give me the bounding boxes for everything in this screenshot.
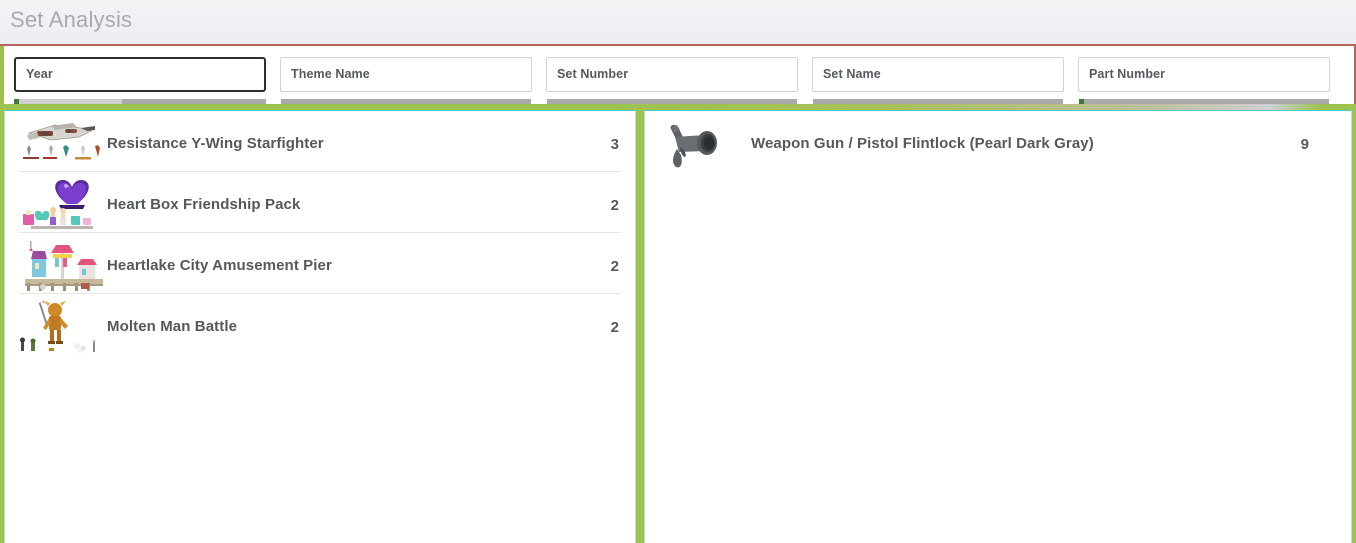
filter-bar: Year Theme Name Set Number Set Name Part Num… (0, 44, 1356, 110)
list-item-label: Heart Box Friendship Pack (107, 196, 301, 213)
filter-part-number[interactable]: Part Number (1078, 56, 1330, 105)
filter-theme-name[interactable]: Theme Name (280, 56, 532, 105)
parts-list: Weapon Gun / Pistol Flintlock (Pearl Dar… (645, 111, 1351, 172)
sets-panel-inner: Resistance Y-Wing Starfighter 3 Heart Bo… (4, 110, 636, 543)
app-header: Set Analysis (0, 0, 1356, 44)
page-title: Set Analysis (10, 7, 133, 32)
list-item[interactable]: Heart Box Friendship Pack 2 (19, 172, 621, 233)
lego-flintlock-pistol-thumbnail (659, 115, 745, 173)
list-item-count: 2 (610, 258, 619, 275)
filter-label: Theme Name (291, 67, 370, 81)
filter-label: Set Name (823, 67, 881, 81)
list-item[interactable]: Weapon Gun / Pistol Flintlock (Pearl Dar… (659, 111, 1311, 172)
parts-panel: Weapon Gun / Pistol Flintlock (Pearl Dar… (640, 104, 1356, 543)
filter-label: Year (26, 67, 53, 81)
set-analysis-app: Set Analysis Year Theme Name Set Number Set… (0, 0, 1356, 543)
filter-set-number[interactable]: Set Number (546, 56, 798, 105)
list-item-label: Heartlake City Amusement Pier (107, 257, 332, 274)
list-item-count: 3 (610, 136, 619, 153)
filter-input-box[interactable]: Set Number (546, 56, 798, 92)
list-item-label: Molten Man Battle (107, 318, 238, 335)
list-item[interactable]: Heartlake City Amusement Pier 2 (19, 233, 621, 294)
lego-starfighter-thumbnail (19, 115, 105, 173)
filter-list: Year Theme Name Set Number Set Name Part Num… (0, 46, 1356, 109)
parts-panel-inner: Weapon Gun / Pistol Flintlock (Pearl Dar… (644, 110, 1352, 543)
lego-amusement-pier-thumbnail (19, 237, 105, 295)
filter-label: Set Number (557, 67, 629, 81)
filter-label: Part Number (1089, 67, 1166, 81)
list-item[interactable]: Resistance Y-Wing Starfighter 3 (19, 111, 621, 172)
list-item-label: Resistance Y-Wing Starfighter (107, 135, 324, 152)
filter-year[interactable]: Year (14, 56, 266, 105)
list-item-count: 9 (1300, 136, 1309, 153)
filter-input-box[interactable]: Theme Name (280, 56, 532, 92)
panels-container: Resistance Y-Wing Starfighter 3 Heart Bo… (0, 104, 1356, 543)
lego-molten-man-thumbnail (19, 298, 105, 356)
filter-input-box[interactable]: Year (14, 56, 266, 92)
filter-input-box[interactable]: Set Name (812, 56, 1064, 92)
list-item[interactable]: Molten Man Battle 2 (19, 294, 621, 355)
list-item-count: 2 (610, 197, 619, 214)
filter-set-name[interactable]: Set Name (812, 56, 1064, 105)
sets-panel: Resistance Y-Wing Starfighter 3 Heart Bo… (0, 104, 640, 543)
list-item-count: 2 (610, 319, 619, 336)
sets-list: Resistance Y-Wing Starfighter 3 Heart Bo… (5, 111, 635, 355)
lego-heart-box-thumbnail (19, 176, 105, 234)
filter-input-box[interactable]: Part Number (1078, 56, 1330, 92)
list-item-label: Weapon Gun / Pistol Flintlock (Pearl Dar… (751, 135, 1094, 152)
